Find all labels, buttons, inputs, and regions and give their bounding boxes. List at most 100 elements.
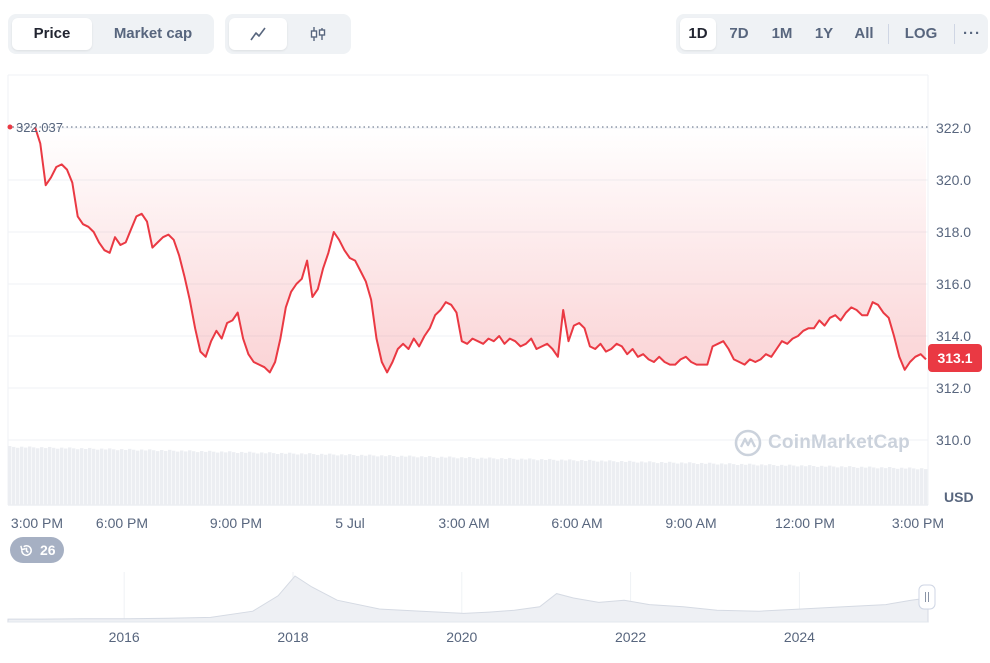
volume-bar	[140, 449, 144, 505]
volume-bar	[8, 446, 12, 505]
volume-bar	[76, 449, 80, 505]
watermark-text: CoinMarketCap	[768, 432, 910, 453]
volume-bar	[848, 466, 852, 505]
volume-bar	[592, 460, 596, 505]
volume-bar	[476, 458, 480, 505]
volume-bar	[532, 459, 536, 505]
volume-bar	[104, 449, 108, 505]
volume-bar	[480, 457, 484, 505]
volume-bar	[868, 466, 872, 505]
volume-bar	[180, 450, 184, 505]
x-tick-label: 6:00 AM	[551, 515, 602, 531]
volume-bar	[672, 462, 676, 505]
start-price-label: 322.037	[16, 120, 63, 135]
volume-bar	[788, 464, 792, 505]
volume-bar	[504, 459, 508, 505]
volume-bar	[572, 460, 576, 505]
volume-bar	[852, 466, 856, 505]
volume-bar	[244, 452, 248, 505]
volume-bar	[408, 455, 412, 505]
volume-bar	[652, 462, 656, 505]
volume-bar	[536, 460, 540, 505]
volume-bar	[756, 465, 760, 505]
volume-bar	[348, 454, 352, 505]
volume-bar	[468, 457, 472, 505]
volume-bar	[100, 448, 104, 505]
volume-bar	[800, 465, 804, 505]
start-price-marker	[7, 124, 13, 130]
volume-bar	[172, 450, 176, 505]
volume-bar	[488, 457, 492, 505]
volume-bar	[92, 448, 96, 505]
volume-bar	[860, 466, 864, 505]
volume-bar	[276, 454, 280, 505]
volume-bar	[460, 457, 464, 505]
volume-bar	[564, 460, 568, 505]
volume-bar	[864, 467, 868, 505]
volume-bar	[164, 450, 168, 505]
volume-bar	[280, 452, 284, 505]
volume-bar	[768, 464, 772, 505]
volume-bar	[124, 449, 128, 505]
volume-bar	[748, 463, 752, 505]
volume-bar	[772, 465, 776, 505]
volume-bar	[228, 451, 232, 505]
volume-bar	[332, 454, 336, 505]
volume-bar	[856, 467, 860, 505]
volume-bar	[144, 450, 148, 505]
volume-bar	[224, 452, 228, 505]
volume-bar	[168, 449, 172, 505]
x-tick-label: 3:00 PM	[892, 515, 944, 531]
volume-bar	[816, 466, 820, 505]
volume-bar	[436, 457, 440, 505]
volume-bar	[688, 462, 692, 505]
volume-bar	[420, 456, 424, 505]
history-badge[interactable]: 26	[10, 537, 64, 563]
volume-bar	[784, 465, 788, 505]
volume-bar	[664, 462, 668, 505]
volume-bar	[88, 447, 92, 505]
volume-bar	[44, 448, 48, 505]
volume-bar	[72, 448, 76, 505]
history-icon	[20, 545, 32, 556]
volume-bar	[108, 448, 112, 505]
volume-bar	[600, 460, 604, 505]
y-tick-label: 322.0	[936, 120, 971, 136]
volume-bar	[732, 464, 736, 505]
volume-bar	[492, 458, 496, 505]
volume-bar	[268, 452, 272, 505]
volume-bar	[576, 461, 580, 505]
volume-bar	[496, 459, 500, 505]
volume-bar	[444, 457, 448, 505]
volume-bar	[84, 449, 88, 505]
volume-bar	[628, 460, 632, 505]
volume-bar	[708, 462, 712, 505]
volume-bar	[620, 461, 624, 505]
volume-bar	[240, 451, 244, 505]
volume-bar	[560, 459, 564, 505]
volume-bar	[764, 465, 768, 505]
volume-bar	[368, 454, 372, 505]
volume-bar	[668, 461, 672, 505]
volume-bar	[340, 454, 344, 505]
volume-bar	[24, 447, 28, 505]
volume-bar	[212, 451, 216, 505]
volume-bar	[148, 449, 152, 505]
volume-bar	[160, 450, 164, 505]
volume-bar	[344, 455, 348, 505]
volume-bar	[612, 461, 616, 505]
volume-bar	[308, 453, 312, 505]
volume-bar	[740, 463, 744, 505]
volume-bar	[28, 446, 32, 505]
volume-bar	[428, 456, 432, 505]
overview-range-handle[interactable]	[918, 584, 936, 610]
volume-bar	[60, 447, 64, 505]
volume-bar	[36, 448, 40, 505]
volume-bar	[412, 456, 416, 505]
volume-bar	[700, 462, 704, 505]
volume-bar	[132, 449, 136, 505]
volume-bar	[376, 456, 380, 505]
volume-bar	[452, 457, 456, 505]
volume-bar	[404, 456, 408, 505]
volume-bar	[840, 466, 844, 505]
